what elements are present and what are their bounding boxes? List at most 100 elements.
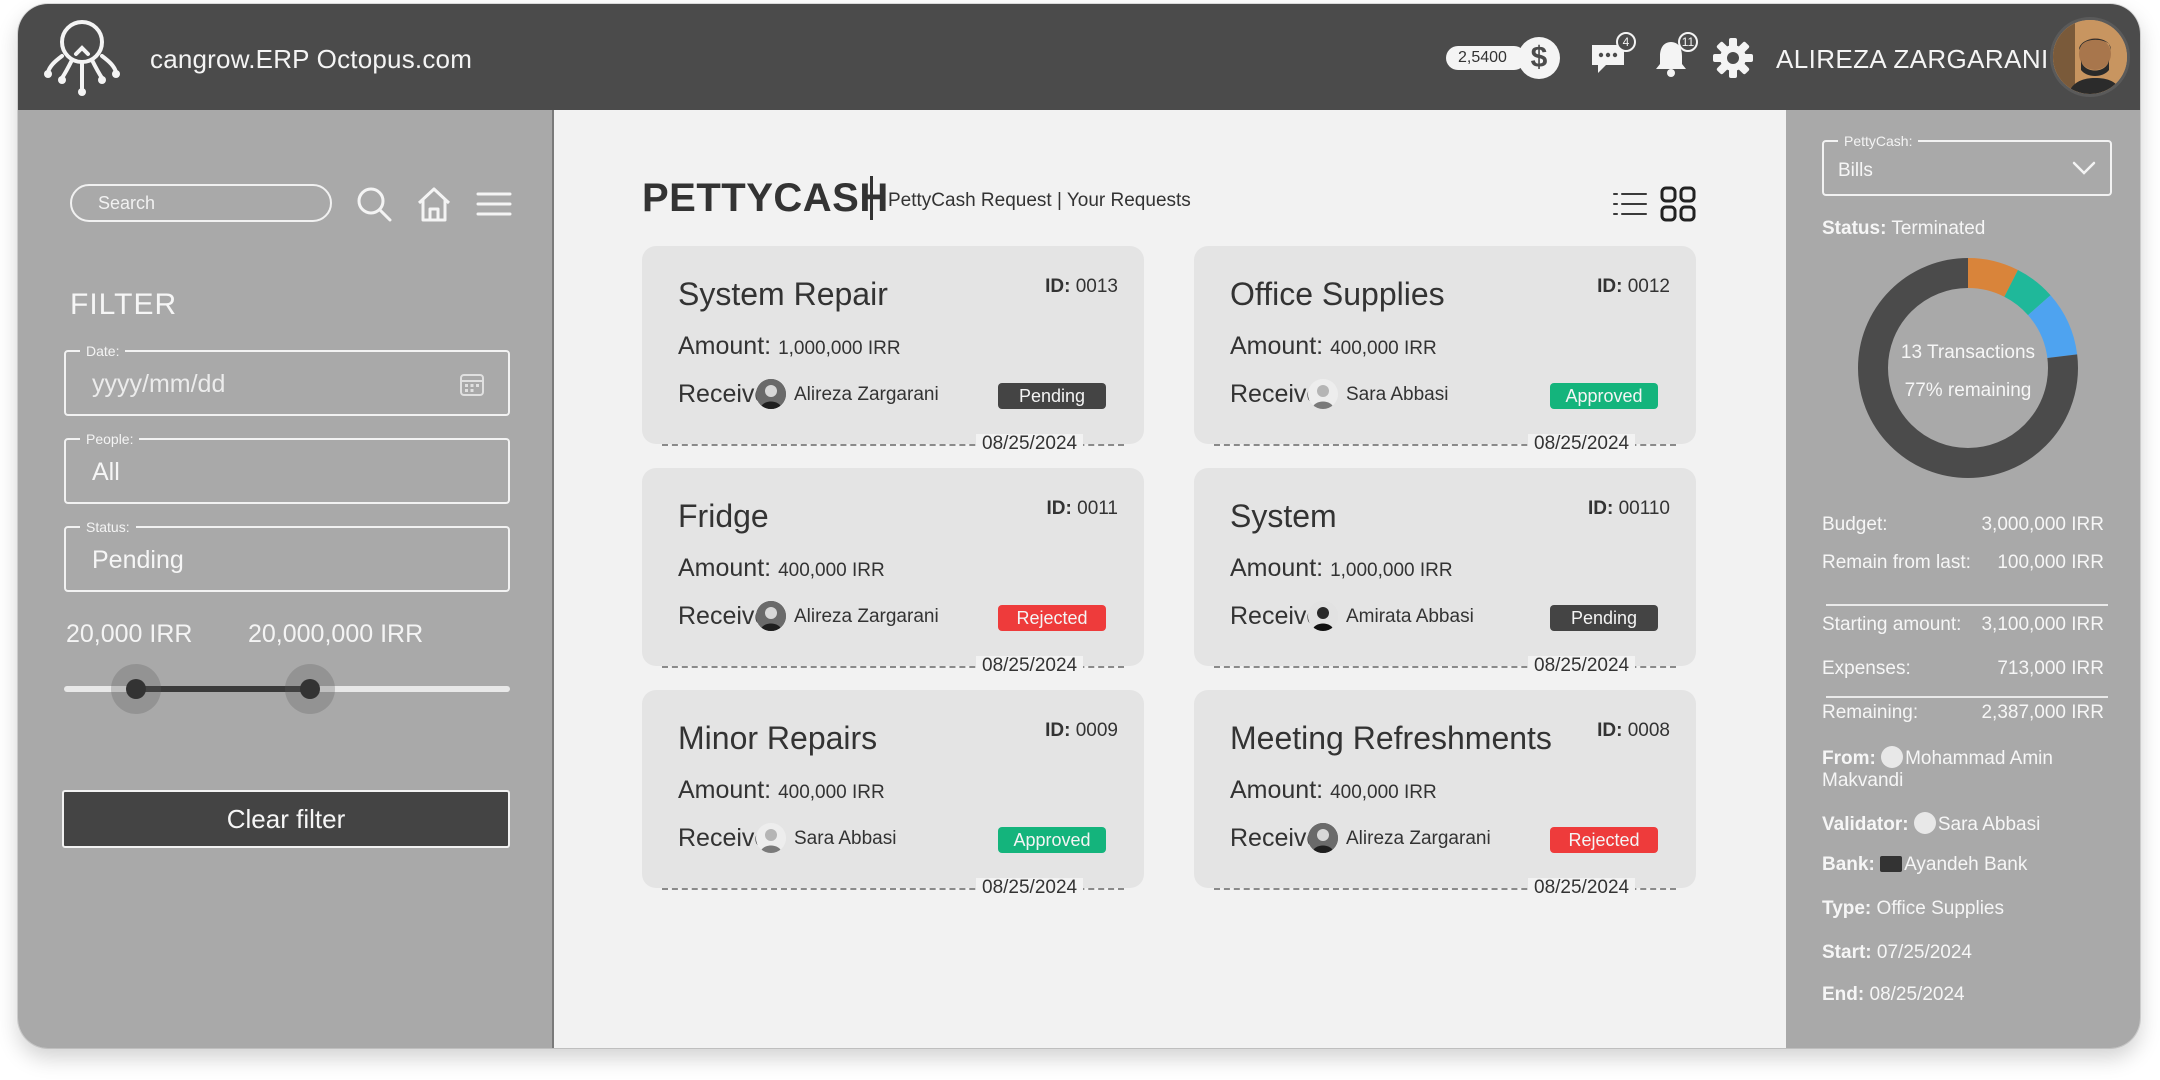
request-card[interactable]: Minor Repairs ID: 0009 Amount: 400,000 I…: [642, 690, 1144, 898]
status-select[interactable]: Status: Pending: [64, 518, 510, 592]
date-field[interactable]: Date: yyyy/mm/dd: [64, 342, 510, 416]
remain-last-label: Remain from last:: [1822, 552, 1971, 573]
card-title: Office Supplies: [1230, 276, 1445, 312]
card-id: ID: 0008: [1597, 720, 1670, 741]
title-separator: [870, 176, 873, 220]
starting-amount-label: Starting amount:: [1822, 614, 1962, 635]
status-badge: Pending: [1550, 605, 1658, 631]
app-title: cangrow.ERP Octopus.com: [150, 44, 473, 74]
card-id: ID: 0009: [1045, 720, 1118, 741]
status-badge: Pending: [998, 383, 1106, 409]
card-date: 08/25/2024: [976, 656, 1084, 676]
card-id: ID: 00110: [1587, 498, 1670, 519]
card-amount: Amount: 400,000 IRR: [678, 776, 885, 804]
range-slider-max-handle[interactable]: [285, 664, 335, 714]
card-title: System: [1230, 498, 1337, 534]
chat-icon[interactable]: 4: [1588, 32, 1636, 79]
card-title: System Repair: [678, 276, 888, 312]
calendar-icon[interactable]: [458, 370, 486, 398]
notifications-badge: 11: [1678, 32, 1698, 52]
clear-filter-button[interactable]: Clear filter: [62, 790, 510, 848]
range-max-label: 20,000,000 IRR: [248, 620, 424, 648]
status-badge: Approved: [998, 827, 1106, 853]
budget-value: 3,000,000 IRR: [1981, 514, 2104, 535]
receiver-name: Alireza Zargarani: [794, 384, 939, 405]
receiver-avatar: [756, 823, 786, 853]
expenses-value: 713,000 IRR: [1997, 658, 2104, 679]
top-bar: cangrow.ERP Octopus.com 2,5400 $ 4 11 AL…: [18, 4, 2140, 110]
card-date: 08/25/2024: [1528, 656, 1636, 676]
bank-line: Bank: Ayandeh Bank: [1822, 854, 2028, 875]
people-value: All: [92, 458, 120, 486]
card-date: 08/25/2024: [976, 878, 1084, 898]
app-window: cangrow.ERP Octopus.com 2,5400 $ 4 11 AL…: [18, 4, 2140, 1048]
details-panel: PettyCash: Bills Status: Terminated 13 T…: [1786, 110, 2140, 1048]
status-badge: Approved: [1550, 383, 1658, 409]
bell-icon[interactable]: 11: [1650, 32, 1698, 79]
from-line-2: Makvandi: [1822, 770, 1904, 791]
validator-avatar: [1913, 812, 1936, 834]
budget-label: Budget:: [1822, 514, 1888, 535]
divider: [1826, 604, 2108, 606]
date-label: Date:: [80, 342, 126, 360]
search-icon[interactable]: [354, 184, 394, 224]
request-card[interactable]: Office Supplies ID: 0012 Amount: 400,000…: [1194, 246, 1696, 454]
dollar-icon[interactable]: $: [1518, 37, 1560, 79]
balance-display: 2,5400: [1446, 46, 1526, 70]
pettycash-select[interactable]: PettyCash: Bills: [1822, 132, 2112, 196]
card-id: ID: 0012: [1597, 276, 1670, 297]
card-amount: Amount: 400,000 IRR: [1230, 332, 1437, 360]
starting-amount-value: 3,100,000 IRR: [1981, 614, 2104, 635]
status-badge: Rejected: [998, 605, 1106, 631]
budget-donut-chart: [1858, 258, 2078, 478]
start-line: Start: 07/25/2024: [1822, 942, 1972, 963]
card-id: ID: 0011: [1046, 498, 1118, 519]
range-slider-min-handle[interactable]: [111, 664, 161, 714]
status-label: Status:: [80, 518, 136, 536]
card-amount: Amount: 400,000 IRR: [678, 554, 885, 582]
list-view-icon[interactable]: [1612, 188, 1648, 220]
page-title: PETTYCASH: [642, 176, 889, 220]
status-value: Pending: [92, 546, 184, 574]
user-name[interactable]: ALIREZA ZARGARANI: [1776, 44, 2049, 75]
grid-view-icon[interactable]: [1660, 186, 1696, 222]
home-icon[interactable]: [414, 184, 454, 224]
pettycash-label: PettyCash:: [1838, 132, 1919, 150]
from-line: From: Mohammad Amin: [1822, 746, 2053, 769]
search-input[interactable]: Search: [70, 184, 332, 222]
remain-last-value: 100,000 IRR: [1997, 552, 2104, 573]
user-avatar[interactable]: [2050, 17, 2130, 97]
breadcrumb[interactable]: PettyCash Request | Your Requests: [888, 190, 1191, 212]
filter-title: FILTER: [70, 288, 178, 321]
validator-line: Validator: Sara Abbasi: [1822, 812, 2041, 835]
receiver-name: Sara Abbasi: [794, 828, 897, 849]
status-line: Status: Terminated: [1822, 218, 1986, 239]
card-amount: Amount: 400,000 IRR: [1230, 776, 1437, 804]
card-date: 08/25/2024: [1528, 434, 1636, 454]
remaining-value: 2,387,000 IRR: [1981, 702, 2104, 723]
remaining-label: Remaining:: [1822, 702, 1919, 723]
receiver-name: Alireza Zargarani: [1346, 828, 1491, 849]
range-slider-fill: [136, 686, 310, 692]
menu-icon[interactable]: [474, 184, 514, 224]
receiver-avatar: [756, 379, 786, 409]
receiver-avatar: [1308, 379, 1338, 409]
request-card[interactable]: Fridge ID: 0011 Amount: 400,000 IRR Rece…: [642, 468, 1144, 676]
end-line: End: 08/25/2024: [1822, 984, 1965, 1005]
request-card[interactable]: Meeting Refreshments ID: 0008 Amount: 40…: [1194, 690, 1696, 898]
logo-icon[interactable]: [40, 14, 124, 100]
request-card[interactable]: System Repair ID: 0013 Amount: 1,000,000…: [642, 246, 1144, 454]
chevron-down-icon[interactable]: [2072, 158, 2096, 178]
request-card[interactable]: System ID: 00110 Amount: 1,000,000 IRR R…: [1194, 468, 1696, 676]
range-min-label: 20,000 IRR: [66, 620, 193, 648]
card-date: 08/25/2024: [1528, 878, 1636, 898]
card-amount: Amount: 1,000,000 IRR: [1230, 554, 1453, 582]
remaining-percent: 77% remaining: [1904, 380, 2032, 401]
card-title: Minor Repairs: [678, 720, 878, 756]
card-title: Fridge: [678, 498, 769, 534]
transactions-count: 13 Transactions: [1900, 342, 2036, 363]
gear-icon[interactable]: [1712, 37, 1754, 79]
receiver-avatar: [756, 601, 786, 631]
people-select[interactable]: People: All: [64, 430, 510, 504]
receiver-name: Sara Abbasi: [1346, 384, 1449, 405]
